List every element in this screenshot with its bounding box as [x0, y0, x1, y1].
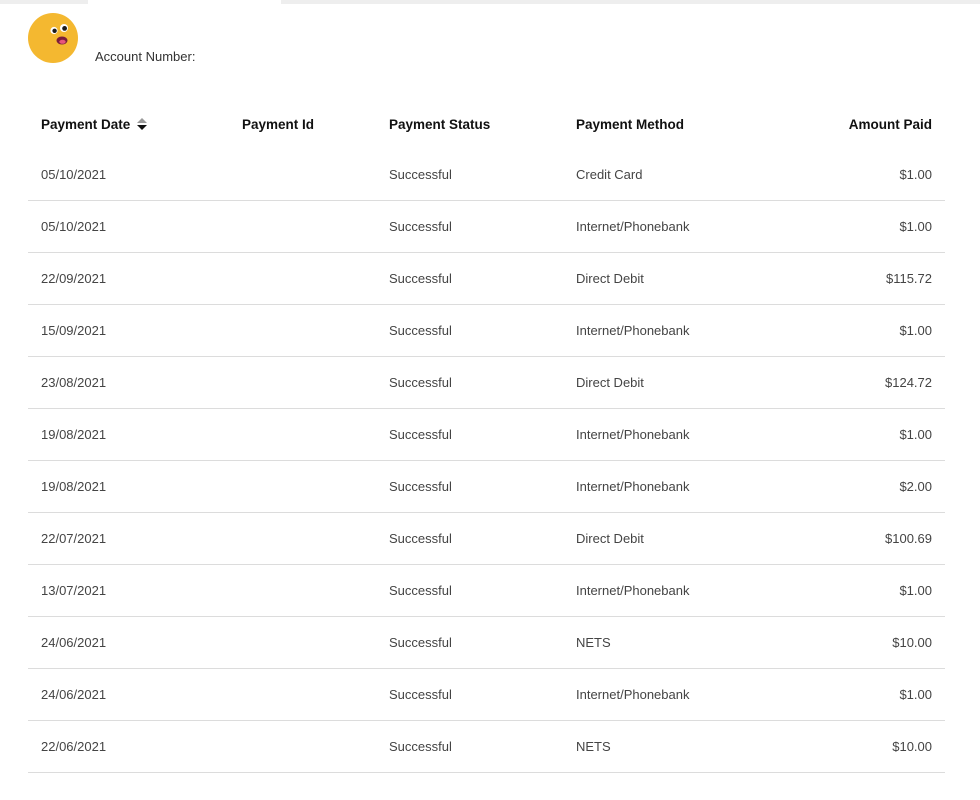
payment-status-cell: Successful: [376, 304, 563, 357]
table-row: 05/10/2021 Successful Internet/Phonebank $1…: [28, 200, 945, 253]
amount-paid-cell: $115.72: [783, 252, 945, 305]
payment-method-cell: Direct Debit: [563, 356, 783, 409]
payment-method-cell: Direct Debit: [563, 252, 783, 305]
payment-date-cell: 19/08/2021: [28, 460, 229, 513]
payment-method-cell: NETS: [563, 720, 783, 773]
amount-paid-cell: $10.00: [783, 720, 945, 773]
amount-paid-cell: $1.00: [783, 200, 945, 253]
payment-id-cell: [229, 668, 376, 721]
payment-id-cell: [229, 460, 376, 513]
payment-method-cell: Internet/Phonebank: [563, 564, 783, 617]
payment-method-cell: Internet/Phonebank: [563, 668, 783, 721]
table-header-row: Payment Date Payment Id Payment Status P…: [28, 99, 945, 149]
table-row: 24/06/2021 Successful NETS $10.00: [28, 616, 945, 669]
payment-id-cell: [229, 564, 376, 617]
account-number-label-text: Account Number:: [95, 49, 196, 64]
table-row: 23/08/2021 Successful Direct Debit $124.72: [28, 356, 945, 409]
payment-id-cell: [229, 408, 376, 461]
payment-status-cell: Successful: [376, 512, 563, 565]
payments-table: Payment Date Payment Id Payment Status P…: [28, 99, 945, 773]
payment-date-cell: 05/10/2021: [28, 149, 229, 201]
amount-paid-cell: $1.00: [783, 149, 945, 201]
table-row: 15/09/2021 Successful Internet/Phonebank $1…: [28, 304, 945, 357]
payment-id-cell: [229, 720, 376, 773]
column-header-payment-date[interactable]: Payment Date: [28, 99, 229, 149]
payment-date-cell: 19/08/2021: [28, 408, 229, 461]
column-header-amount-paid: Amount Paid: [848, 116, 932, 132]
payment-status-cell: Successful: [376, 356, 563, 409]
payment-date-cell: 22/09/2021: [28, 252, 229, 305]
payment-method-cell: Internet/Phonebank: [563, 408, 783, 461]
active-tab-indicator: [88, 0, 281, 4]
table-row: 05/10/2021 Successful Credit Card $1.00: [28, 149, 945, 201]
payment-status-cell: Successful: [376, 252, 563, 305]
table-row: 19/08/2021 Successful Internet/Phonebank $1…: [28, 408, 945, 461]
payment-date-cell: 13/07/2021: [28, 564, 229, 617]
payment-status-cell: Successful: [376, 668, 563, 721]
payment-method-cell: Direct Debit: [563, 512, 783, 565]
payment-status-cell: Successful: [376, 460, 563, 513]
column-header-payment-id: Payment Id: [242, 116, 315, 132]
table-row: 19/08/2021 Successful Internet/Phonebank $2…: [28, 460, 945, 513]
payment-date-cell: 22/07/2021: [28, 512, 229, 565]
payment-date-cell: 24/06/2021: [28, 668, 229, 721]
payment-status-cell: Successful: [376, 720, 563, 773]
amount-paid-cell: $100.69: [783, 512, 945, 565]
amount-paid-cell: $1.00: [783, 408, 945, 461]
table-row: 22/06/2021 Successful NETS $10.00: [28, 720, 945, 773]
payment-date-cell: 23/08/2021: [28, 356, 229, 409]
payment-date-cell: 05/10/2021: [28, 200, 229, 253]
payment-method-cell: Internet/Phonebank: [563, 200, 783, 253]
amount-paid-cell: $1.00: [783, 304, 945, 357]
payment-date-cell: 15/09/2021: [28, 304, 229, 357]
payment-status-cell: Successful: [376, 616, 563, 669]
payment-date-cell: 24/06/2021: [28, 616, 229, 669]
avatar[interactable]: [28, 13, 78, 63]
sort-icon[interactable]: [136, 117, 148, 131]
payment-method-cell: NETS: [563, 616, 783, 669]
payment-status-cell: Successful: [376, 149, 563, 201]
column-header-payment-status: Payment Status: [389, 116, 491, 132]
payment-id-cell: [229, 356, 376, 409]
payment-method-cell: Internet/Phonebank: [563, 304, 783, 357]
payment-id-cell: [229, 512, 376, 565]
table-row: 22/07/2021 Successful Direct Debit $100.69: [28, 512, 945, 565]
payment-id-cell: [229, 200, 376, 253]
table-body: 05/10/2021 Successful Credit Card $1.00 05/1…: [28, 149, 945, 773]
payment-status-cell: Successful: [376, 408, 563, 461]
payment-id-cell: [229, 149, 376, 201]
amount-paid-cell: $10.00: [783, 616, 945, 669]
column-header-payment-method: Payment Method: [576, 116, 685, 132]
column-header-label: Payment Date: [41, 116, 131, 132]
table-row: 22/09/2021 Successful Direct Debit $115.72: [28, 252, 945, 305]
amount-paid-cell: $2.00: [783, 460, 945, 513]
account-number-label: Account Number:: [95, 49, 199, 64]
top-tab-strip: [0, 0, 980, 4]
amount-paid-cell: $124.72: [783, 356, 945, 409]
account-header: Account Number:: [28, 13, 528, 65]
payment-id-cell: [229, 252, 376, 305]
payment-status-cell: Successful: [376, 564, 563, 617]
amount-paid-cell: $1.00: [783, 668, 945, 721]
payment-status-cell: Successful: [376, 200, 563, 253]
payment-id-cell: [229, 304, 376, 357]
table-row: 13/07/2021 Successful Internet/Phonebank $1…: [28, 564, 945, 617]
payment-id-cell: [229, 616, 376, 669]
amount-paid-cell: $1.00: [783, 564, 945, 617]
payment-method-cell: Internet/Phonebank: [563, 460, 783, 513]
payment-method-cell: Credit Card: [563, 149, 783, 201]
table-row: 24/06/2021 Successful Internet/Phonebank $1…: [28, 668, 945, 721]
payment-date-cell: 22/06/2021: [28, 720, 229, 773]
